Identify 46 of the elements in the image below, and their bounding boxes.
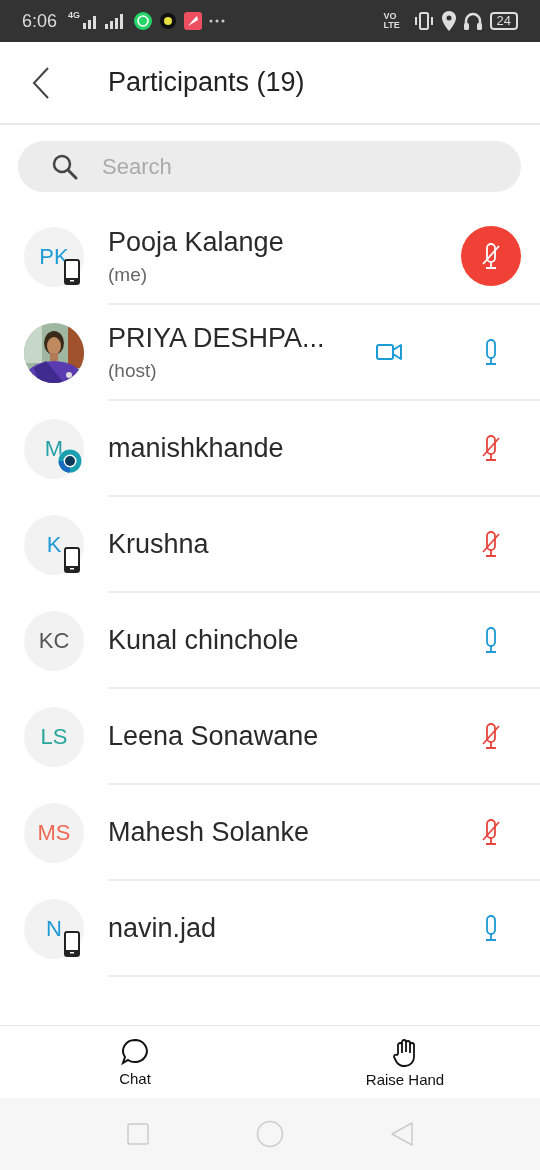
search-icon <box>51 153 79 181</box>
mute-button[interactable] <box>461 226 521 286</box>
more-icon <box>209 19 226 23</box>
location-icon <box>441 11 456 31</box>
vibrate-icon <box>412 11 435 31</box>
participant-name: Krushna <box>108 528 210 560</box>
participant-row[interactable]: N navin.jad <box>0 881 540 977</box>
network-type: 4G <box>68 10 81 20</box>
video-camera-icon[interactable] <box>376 343 402 361</box>
participant-row[interactable]: PRIYA DESHPA... (host) <box>0 305 540 401</box>
chat-app-icon <box>134 12 153 30</box>
participant-row[interactable]: K Krushna <box>0 497 540 593</box>
participant-row[interactable]: M manishkhande <box>0 401 540 497</box>
clock-time: 6:06 <box>22 10 58 32</box>
participant-role: (host) <box>108 359 158 382</box>
battery-level: 24 <box>489 12 518 30</box>
participant-name: Mahesh Solanke <box>108 816 311 848</box>
headphones-icon <box>462 11 483 31</box>
participant-row[interactable]: LS Leena Sonawane <box>0 689 540 785</box>
avatar-initials: KC <box>24 611 84 671</box>
back-nav-button[interactable] <box>390 1121 414 1147</box>
recents-button[interactable] <box>126 1122 150 1146</box>
search-field[interactable]: Search <box>18 141 521 192</box>
participant-role: (me) <box>108 263 149 286</box>
participant-name: navin.jad <box>108 912 218 944</box>
speech-bubble-icon <box>120 1037 150 1066</box>
sun-icon <box>159 12 178 30</box>
participant-name: Kunal chinchole <box>108 624 300 656</box>
participant-name: manishkhande <box>108 432 285 464</box>
avatar-initials: MS <box>24 803 84 863</box>
muted-microphone-icon <box>482 242 500 270</box>
volte-label: VO LTE <box>383 12 401 30</box>
participant-name: PRIYA DESHPA... <box>108 322 326 354</box>
participant-row[interactable]: KC Kunal chinchole <box>0 593 540 689</box>
back-icon <box>32 66 50 99</box>
app-icon <box>184 12 203 30</box>
home-button[interactable] <box>256 1120 284 1148</box>
avatar-initials: LS <box>24 707 84 767</box>
participant-name: Pooja Kalange <box>108 226 285 258</box>
hand-icon <box>392 1036 418 1067</box>
raise-hand-button[interactable]: Raise Hand <box>270 1026 540 1098</box>
participant-row[interactable]: PK Pooja Kalange (me) <box>0 209 540 305</box>
participant-name: Leena Sonawane <box>108 720 320 752</box>
page-title: Participants (19) <box>108 67 305 98</box>
participant-row[interactable]: MS Mahesh Solanke <box>0 785 540 881</box>
chat-button[interactable]: Chat <box>0 1026 270 1098</box>
